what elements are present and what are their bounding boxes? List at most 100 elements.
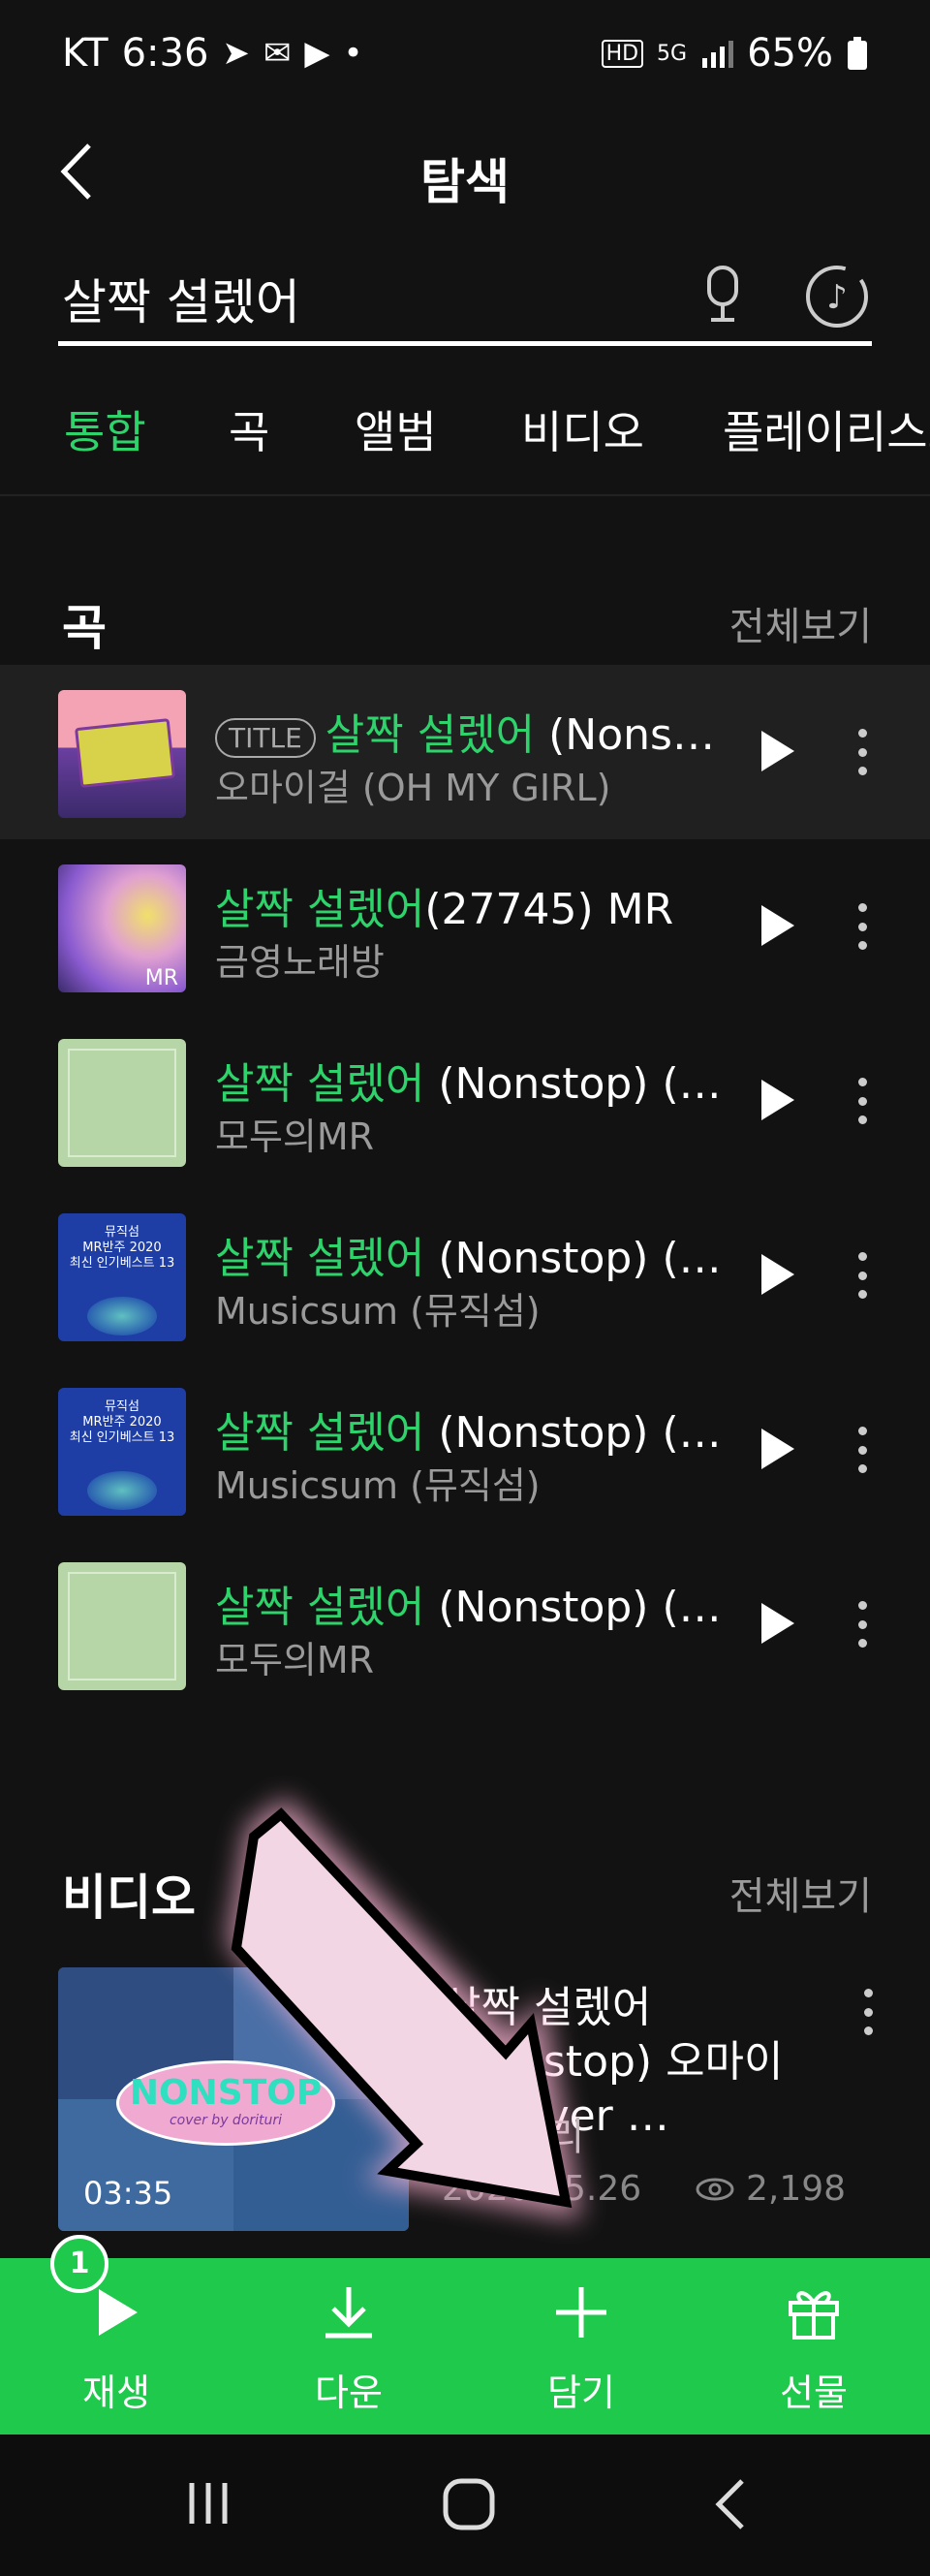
songs-section-title: 곡: [62, 600, 107, 656]
musicsum-thumb-line1: 뮤직섬: [105, 1399, 140, 1414]
clock: 6:36: [121, 31, 209, 76]
tab-bar: 통합 곡 앨범 비디오 플레이리스트: [0, 397, 930, 494]
selected-count-badge: 1: [50, 2235, 108, 2293]
song-title-rest: (27745) MR: [424, 885, 674, 934]
more-options-icon[interactable]: [856, 1427, 868, 1473]
song-title-rest: (Nonstop) (MR): [424, 1059, 728, 1109]
tab-playlists[interactable]: 플레이리스트: [723, 397, 930, 461]
video-views: 2,198: [696, 2169, 846, 2209]
tab-songs[interactable]: 곡: [229, 397, 269, 461]
play-selected-button[interactable]: 재생: [19, 2258, 213, 2435]
song-title-highlight: 살짝 설렜어: [215, 1234, 425, 1283]
song-row[interactable]: TITLE살짝 설렜어 (Nonstop) 오마이걸 (OH MY GIRL): [0, 665, 930, 839]
song-title-highlight: 살짝 설렜어: [215, 1408, 425, 1458]
video-section-title: 비디오: [62, 1869, 196, 1926]
song-row[interactable]: 뮤직섬 MR반주 2020 최신 인기베스트 13 살짝 설렜어 (Nonsto…: [0, 1363, 930, 1537]
songs-see-all-link[interactable]: 전체보기: [729, 595, 872, 651]
song-row[interactable]: 살짝 설렜어 (Nonstop) (MR) 모두의MR: [0, 1014, 930, 1188]
hd-icon: HD: [601, 39, 644, 68]
system-navigation-bar: [0, 2435, 930, 2576]
eye-icon: [696, 2178, 734, 2200]
battery-percent: 65%: [747, 31, 833, 76]
back-icon[interactable]: [707, 2477, 756, 2531]
video-date: 2020.05.26: [442, 2169, 642, 2209]
song-row[interactable]: 뮤직섬 MR반주 2020 최신 인기베스트 13 살짝 설렜어 (Nonsto…: [0, 1188, 930, 1363]
more-options-icon[interactable]: [856, 1078, 868, 1124]
video-thumb-text: NONSTOP: [129, 2073, 323, 2113]
song-title-rest: (Nonstop) (멜…: [424, 1408, 728, 1458]
play-icon[interactable]: [758, 903, 796, 948]
5g-icon: 5G: [657, 41, 688, 66]
musicsum-thumb-line3: 최신 인기베스트 13: [69, 1430, 175, 1445]
song-artist: Musicsum (뮤직섬): [215, 1290, 541, 1333]
mail-icon: ✉: [263, 34, 292, 73]
add-to-playlist-button[interactable]: 담기: [484, 2258, 678, 2435]
music-recognition-icon[interactable]: ♪: [804, 264, 870, 330]
musicsum-thumb-line2: MR반주 2020: [82, 1241, 162, 1255]
video-channel: 도리투리: [442, 2115, 585, 2159]
musicsum-thumb-line1: 뮤직섬: [105, 1225, 140, 1240]
more-options-icon[interactable]: [856, 1601, 868, 1648]
recent-apps-icon[interactable]: [184, 2479, 232, 2528]
add-label: 담기: [547, 2372, 615, 2414]
signal-icon: [702, 41, 734, 68]
video-thumbnail[interactable]: NONSTOP cover by dorituri 03:35: [58, 1967, 409, 2231]
song-artist: 오마이걸 (OH MY GIRL): [215, 767, 611, 809]
more-options-icon[interactable]: [856, 903, 868, 950]
plus-icon: [556, 2287, 606, 2338]
song-title-highlight: 살짝 설렜어: [215, 885, 425, 934]
status-right: HD 5G 65%: [601, 31, 868, 76]
youtube-icon: ▶: [304, 34, 330, 73]
song-title-highlight: 살짝 설렜어: [215, 1059, 425, 1109]
song-title: 살짝 설렜어 (Nonstop) (MR): [215, 1223, 728, 1285]
album-art: 뮤직섬 MR반주 2020 최신 인기베스트 13: [58, 1388, 186, 1516]
battery-icon: [848, 37, 867, 70]
tabs-divider: [0, 494, 930, 496]
song-title: 살짝 설렜어 (Nonstop) (Me…: [215, 1572, 728, 1634]
gift-icon: [789, 2291, 839, 2340]
play-label: 재생: [82, 2372, 150, 2414]
song-artist: 모두의MR: [215, 1115, 375, 1158]
more-options-icon[interactable]: [856, 1252, 868, 1299]
notification-dot-icon: •: [343, 34, 363, 73]
album-art: [58, 690, 186, 818]
play-icon[interactable]: [758, 1078, 796, 1122]
title-track-badge: TITLE: [215, 717, 316, 758]
play-icon: [99, 2289, 138, 2336]
home-icon[interactable]: [442, 2477, 496, 2531]
musicsum-thumb-line2: MR반주 2020: [82, 1415, 162, 1429]
video-see-all-link[interactable]: 전체보기: [729, 1865, 872, 1921]
song-row[interactable]: MR 살짝 설렜어(27745) MR 금영노래방: [0, 839, 930, 1014]
play-icon[interactable]: [758, 1427, 796, 1471]
album-art: MR: [58, 864, 186, 992]
song-title-rest: (Nonstop): [548, 710, 728, 760]
more-options-icon[interactable]: [856, 729, 868, 775]
song-row[interactable]: 살짝 설렜어 (Nonstop) (Me… 모두의MR: [0, 1537, 930, 1712]
play-icon[interactable]: [758, 1252, 796, 1297]
song-title: TITLE살짝 설렜어 (Nonstop): [215, 700, 728, 762]
status-left: KT 6:36 ➤ ✉ ▶ •: [62, 31, 363, 76]
search-input[interactable]: 살짝 설렜어: [62, 264, 300, 333]
play-icon[interactable]: [758, 729, 796, 773]
song-artist: 모두의MR: [215, 1639, 375, 1681]
gift-button[interactable]: 선물: [717, 2258, 911, 2435]
video-more-options-icon[interactable]: [862, 1989, 874, 2035]
song-title: 살짝 설렜어 (Nonstop) (멜…: [215, 1398, 728, 1460]
video-duration: 03:35: [83, 2175, 173, 2212]
play-icon[interactable]: [758, 1601, 796, 1646]
tab-albums[interactable]: 앨범: [355, 397, 437, 461]
page-title: 탐색: [420, 154, 510, 210]
microphone-icon[interactable]: [701, 264, 744, 326]
tab-videos[interactable]: 비디오: [521, 397, 644, 461]
song-title: 살짝 설렜어(27745) MR: [215, 874, 728, 936]
album-art: 뮤직섬 MR반주 2020 최신 인기베스트 13: [58, 1213, 186, 1341]
video-thumb-subtext: cover by dorituri: [169, 2113, 283, 2128]
download-button[interactable]: 다운: [252, 2258, 446, 2435]
tab-integrated[interactable]: 통합: [64, 397, 146, 461]
song-title-highlight: 살짝 설렜어: [325, 710, 536, 760]
telegram-icon: ➤: [222, 34, 250, 73]
search-underline: [58, 341, 872, 346]
mr-thumb-label: MR: [144, 966, 178, 990]
status-bar: KT 6:36 ➤ ✉ ▶ • HD 5G 65%: [0, 0, 930, 107]
download-icon: [326, 2287, 372, 2339]
